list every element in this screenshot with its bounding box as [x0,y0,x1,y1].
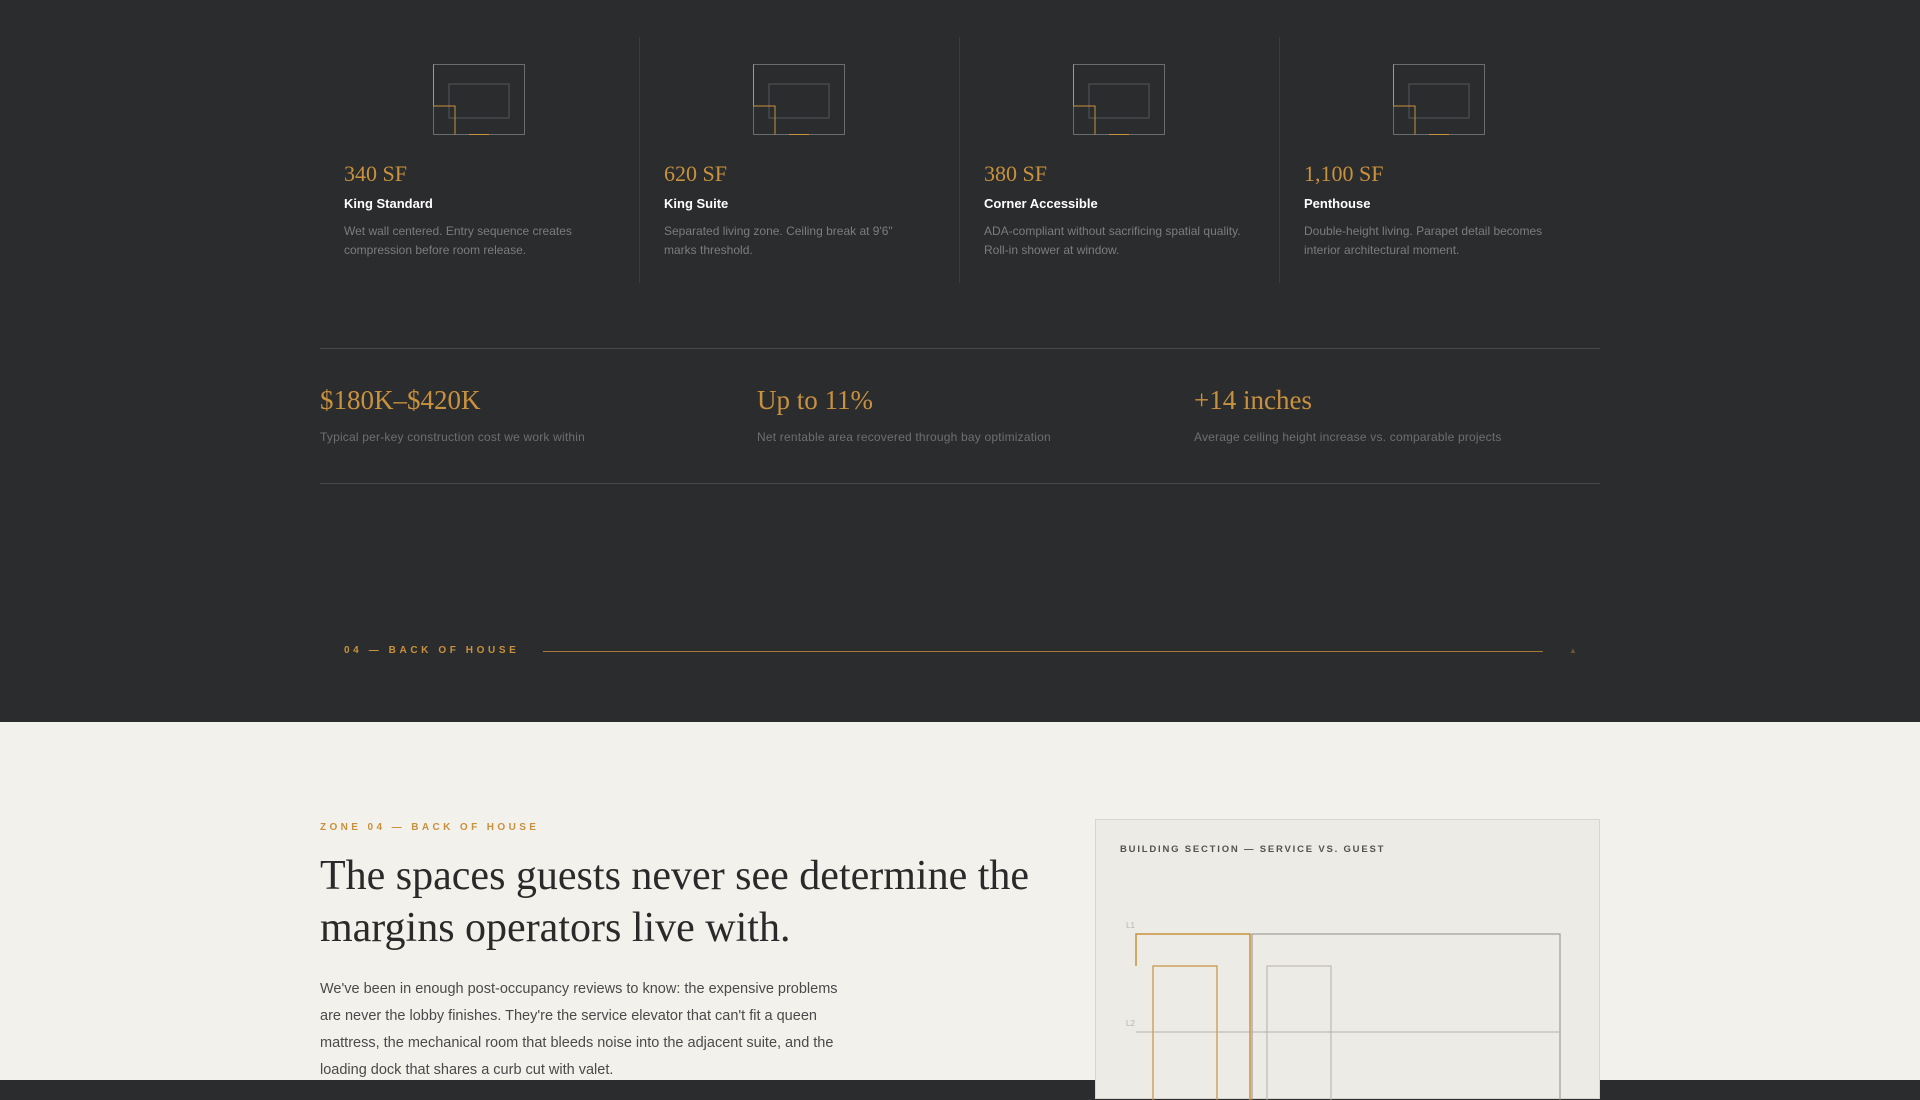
section-marker-line [543,651,1543,652]
room-description: Double-height living. Parapet detail bec… [1304,224,1543,257]
room-type-grid: 340 SF King Standard Wet wall centered. … [320,37,1600,283]
room-area: 620 SF [664,161,727,186]
stat-value: +14 inches [1194,385,1312,415]
triangle-icon: ▲ [1569,646,1577,655]
section-body: We've been in enough post-occupancy revi… [320,981,838,1078]
stat-ceiling-height: +14 inches Average ceiling height increa… [1194,385,1594,444]
floor-plan-icon [1073,64,1165,135]
room-description: Wet wall centered. Entry sequence create… [344,224,572,257]
room-card-king-suite[interactable]: 620 SF King Suite Separated living zone.… [640,37,960,283]
dark-section: 340 SF King Standard Wet wall centered. … [0,0,1920,722]
stat-caption: Average ceiling height increase vs. comp… [1194,430,1502,444]
section-marker-label: 04 — BACK OF HOUSE [344,645,520,656]
section-headline: The spaces guests never see determine th… [320,853,1030,951]
room-description: ADA-compliant without sacrificing spatia… [984,224,1241,257]
room-name: Penthouse [1304,196,1371,211]
stat-caption: Typical per-key construction cost we wor… [320,430,586,444]
stat-value: $180K–$420K [320,385,481,415]
stat-rentable-area: Up to 11% Net rentable area recovered th… [757,385,1157,444]
room-card-king-standard[interactable]: 340 SF King Standard Wet wall centered. … [320,37,640,283]
divider [320,348,1600,349]
building-section-diagram: BUILDING SECTION — SERVICE VS. GUEST L1 … [1095,819,1600,1100]
room-card-corner-accessible[interactable]: 380 SF Corner Accessible ADA-compliant w… [960,37,1280,283]
floor-plan-icon [1393,64,1485,135]
room-name: Corner Accessible [984,196,1098,211]
floor-plan-icon [753,64,845,135]
room-area: 1,100 SF [1304,161,1384,186]
level-label-l2: L2 [1126,1019,1135,1028]
room-name: King Standard [344,196,433,211]
room-description: Separated living zone. Ceiling break at … [664,224,893,257]
room-name: King Suite [664,196,729,211]
floor-plan-icon [433,64,525,135]
divider [320,483,1600,484]
guest-zone-outline [1251,933,1561,1100]
level-label-l1: L1 [1126,921,1135,930]
stat-construction-cost: $180K–$420K Typical per-key construction… [320,385,720,444]
zone-label: ZONE 04 — BACK OF HOUSE [320,822,540,833]
stat-caption: Net rentable area recovered through bay … [757,430,1051,444]
room-area: 380 SF [984,161,1047,186]
room-card-penthouse[interactable]: 1,100 SF Penthouse Double-height living.… [1280,37,1600,283]
section-drawing: L1 L2 [1126,921,1561,1100]
room-area: 340 SF [344,161,407,186]
stat-value: Up to 11% [757,385,873,415]
